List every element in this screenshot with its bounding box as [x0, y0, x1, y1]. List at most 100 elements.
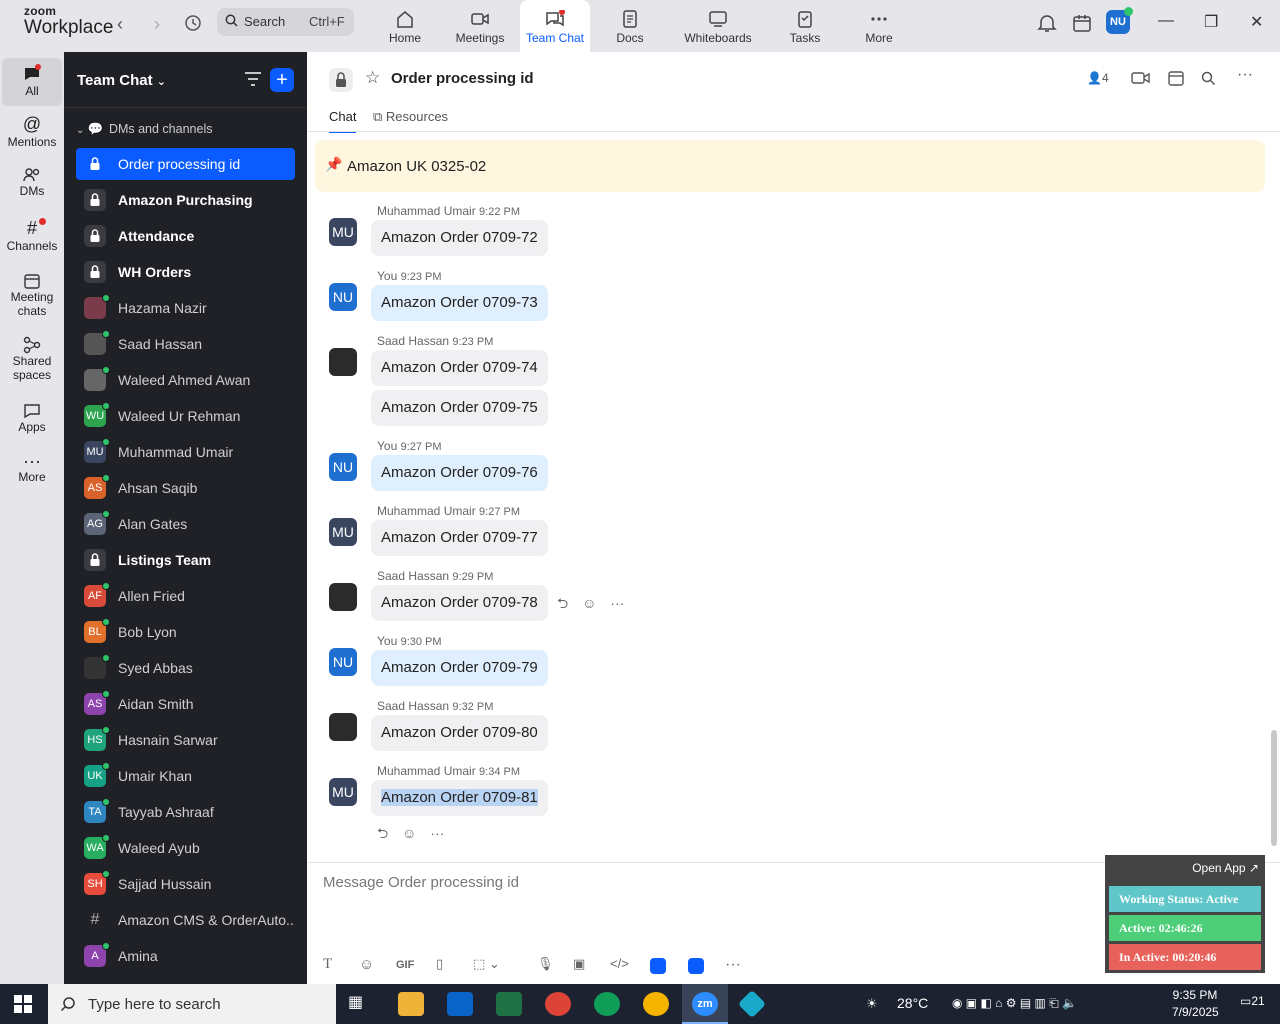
message-bubble[interactable]: Amazon Order 0709-81: [371, 780, 548, 816]
sender-name[interactable]: Saad Hassan: [377, 569, 449, 583]
rail-apps[interactable]: Apps: [2, 402, 62, 434]
weather-temperature[interactable]: 28°C: [897, 995, 928, 1011]
sidebar-item[interactable]: BL Bob Lyon: [76, 616, 295, 648]
rail-meeting-chats[interactable]: Meeting chats: [2, 272, 62, 318]
weather-icon[interactable]: ☀: [866, 996, 878, 1012]
sidebar-item[interactable]: AG Alan Gates: [76, 508, 295, 540]
message-input[interactable]: Message Order processing id: [323, 874, 519, 891]
message-bubble[interactable]: Amazon Order 0709-73: [371, 285, 548, 321]
message-bubble[interactable]: Amazon Order 0709-72: [371, 220, 548, 256]
avatar[interactable]: [329, 713, 357, 741]
outlook-icon[interactable]: [447, 992, 473, 1016]
avatar[interactable]: MU: [329, 778, 357, 806]
sidebar-item[interactable]: TA Tayyab Ashraaf: [76, 796, 295, 828]
tab-resources[interactable]: ⧉ Resources: [373, 109, 448, 125]
windows-start-icon[interactable]: [14, 995, 32, 1013]
app-icon[interactable]: [650, 958, 666, 974]
message-bubble[interactable]: Amazon Order 0709-75: [371, 390, 548, 426]
avatar[interactable]: NU: [329, 453, 357, 481]
section-dms-and-channels[interactable]: ⌄ 💬 DMs and channels: [76, 122, 212, 137]
video-message-icon[interactable]: ▣: [573, 956, 585, 972]
task-view-icon[interactable]: ▦: [348, 992, 374, 1016]
tab-whiteboards[interactable]: Whiteboards: [680, 0, 756, 52]
star-icon[interactable]: ☆: [365, 68, 380, 88]
sidebar-item[interactable]: SH Sajjad Hussain: [76, 868, 295, 900]
video-camera-icon[interactable]: [1131, 70, 1151, 86]
message-bubble[interactable]: Amazon Order 0709-78: [371, 585, 548, 621]
sidebar-item[interactable]: Waleed Ahmed Awan: [76, 364, 295, 396]
avatar[interactable]: MU: [329, 218, 357, 246]
avatar[interactable]: [329, 348, 357, 376]
text-format-icon[interactable]: T: [323, 956, 332, 973]
sidebar-item[interactable]: UK Umair Khan: [76, 760, 295, 792]
open-app-button[interactable]: Open App ↗: [1192, 861, 1259, 875]
filter-icon[interactable]: [244, 71, 262, 87]
pinned-message-banner[interactable]: 📌 Amazon UK 0325-02: [315, 140, 1265, 192]
sidebar-item[interactable]: Order processing id: [76, 148, 295, 180]
more-dots-icon[interactable]: ···: [725, 956, 741, 974]
sidebar-item[interactable]: AS Aidan Smith: [76, 688, 295, 720]
emoji-reaction-icon[interactable]: ☺: [402, 825, 416, 841]
taskbar-search-input[interactable]: Type here to search: [48, 984, 336, 1024]
sender-name[interactable]: You: [377, 634, 397, 648]
avatar[interactable]: NU: [329, 283, 357, 311]
sidebar-item[interactable]: Amazon Purchasing: [76, 184, 295, 216]
avatar[interactable]: MU: [329, 518, 357, 546]
message-bubble[interactable]: Amazon Order 0709-80: [371, 715, 548, 751]
sender-name[interactable]: Saad Hassan: [377, 699, 449, 713]
sender-name[interactable]: Muhammad Umair: [377, 764, 476, 778]
sender-name[interactable]: You: [377, 439, 397, 453]
sidebar-item[interactable]: AF Allen Fried: [76, 580, 295, 612]
reply-icon[interactable]: ⮌: [557, 595, 568, 611]
message-bubble[interactable]: Amazon Order 0709-76: [371, 455, 548, 491]
rail-shared-spaces[interactable]: Shared spaces: [2, 336, 62, 382]
message-bubble[interactable]: Amazon Order 0709-79: [371, 650, 548, 686]
more-options-icon[interactable]: ···: [1237, 66, 1253, 84]
message-bubble[interactable]: Amazon Order 0709-77: [371, 520, 548, 556]
sender-name[interactable]: Saad Hassan: [377, 334, 449, 348]
tab-docs[interactable]: Docs: [605, 0, 655, 52]
sidebar-title[interactable]: Team Chat ⌄: [77, 72, 166, 89]
sidebar-item[interactable]: MU Muhammad Umair: [76, 436, 295, 468]
search-input[interactable]: Search Ctrl+F: [217, 8, 354, 36]
avatar[interactable]: [329, 583, 357, 611]
tab-tasks[interactable]: Tasks: [782, 0, 828, 52]
sender-name[interactable]: Muhammad Umair: [377, 204, 476, 218]
taskbar-clock[interactable]: 9:35 PM 7/9/2025: [1172, 987, 1219, 1021]
app-icon[interactable]: [737, 989, 767, 1019]
sidebar-item[interactable]: Attendance: [76, 220, 295, 252]
rail-mentions[interactable]: @ Mentions: [2, 114, 62, 149]
excel-icon[interactable]: [496, 992, 522, 1016]
rail-more[interactable]: ··· More: [2, 452, 62, 484]
scrollbar[interactable]: [1271, 730, 1277, 846]
file-explorer-icon[interactable]: [398, 992, 424, 1016]
sidebar-item[interactable]: HS Hasnain Sarwar: [76, 724, 295, 756]
rail-channels[interactable]: # Channels: [2, 218, 62, 253]
chrome-profile-icon[interactable]: [594, 992, 620, 1016]
tab-meetings[interactable]: Meetings: [450, 0, 510, 52]
restore-icon[interactable]: ❐: [1204, 12, 1218, 32]
tray-icons[interactable]: ◉ ▣ ◧ ⌂ ⚙ ▤ ▥ ⎗ 🔈: [952, 996, 1077, 1011]
close-icon[interactable]: ✕: [1250, 12, 1263, 32]
sidebar-item[interactable]: AS Ahsan Saqib: [76, 472, 295, 504]
calendar-icon[interactable]: [1071, 12, 1093, 34]
add-chat-button[interactable]: +: [270, 68, 294, 92]
tab-home[interactable]: Home: [380, 0, 430, 52]
reply-icon[interactable]: ⮌: [377, 825, 388, 841]
more-dots-icon[interactable]: ···: [610, 595, 624, 611]
history-icon[interactable]: [183, 14, 203, 36]
sender-name[interactable]: You: [377, 269, 397, 283]
sidebar-item[interactable]: Saad Hassan: [76, 328, 295, 360]
microphone-icon[interactable]: 🎙: [537, 956, 554, 972]
sidebar-item[interactable]: WA Waleed Ayub: [76, 832, 295, 864]
sidebar-item[interactable]: WU Waleed Ur Rehman: [76, 400, 295, 432]
calendar-icon[interactable]: [1167, 69, 1185, 87]
tab-more[interactable]: More: [856, 0, 902, 52]
more-dots-icon[interactable]: ···: [430, 825, 444, 841]
sidebar-item[interactable]: WH Orders: [76, 256, 295, 288]
file-icon[interactable]: ▯: [436, 956, 443, 972]
chrome-profile-icon[interactable]: [643, 992, 669, 1016]
avatar[interactable]: NU: [329, 648, 357, 676]
members-button[interactable]: 👤4: [1087, 71, 1109, 85]
app-icon[interactable]: [688, 958, 704, 974]
